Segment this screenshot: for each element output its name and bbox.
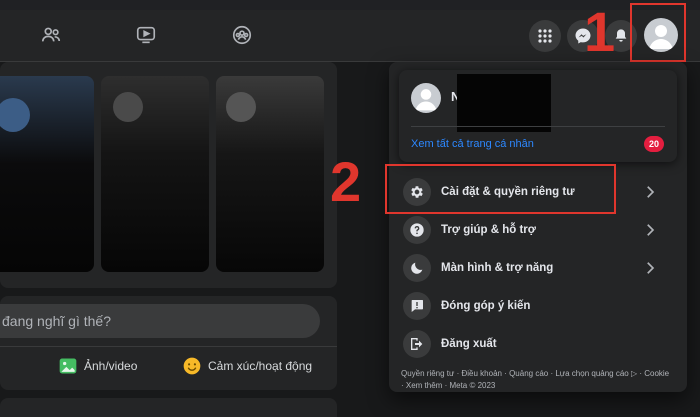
- news-feed: đang nghĩ gì thế? Ảnh/video Cảm xúc/hoạt…: [0, 62, 380, 417]
- divider: [411, 126, 665, 127]
- photo-video-label: Ảnh/video: [84, 359, 138, 373]
- menu-item-display-accessibility[interactable]: Màn hình & trợ năng: [399, 250, 677, 286]
- chevron-right-icon: [647, 224, 655, 236]
- story-avatar: [0, 98, 30, 132]
- story-avatar: [113, 92, 143, 122]
- menu-item-label: Màn hình & trợ năng: [441, 262, 554, 274]
- story-card[interactable]: [101, 76, 209, 272]
- menu-item-help-support[interactable]: Trợ giúp & hỗ trợ: [399, 212, 677, 248]
- chevron-right-icon: [647, 186, 655, 198]
- moon-icon: [403, 254, 431, 282]
- account-dropdown-menu: N Xem tất cả trang cá nhân 20 Cài đặt & …: [389, 62, 687, 392]
- menu-grid-icon: [538, 29, 552, 43]
- compose-placeholder: đang nghĩ gì thế?: [2, 313, 111, 329]
- footer-links[interactable]: Quyền riêng tư · Điều khoản · Quảng cáo …: [401, 368, 671, 392]
- compose-card: đang nghĩ gì thế? Ảnh/video Cảm xúc/hoạt…: [0, 296, 337, 390]
- logout-icon: [403, 330, 431, 358]
- settings-highlight-box: [385, 164, 616, 214]
- menu-item-label: Đăng xuất: [441, 338, 497, 350]
- redaction-block: [457, 74, 551, 132]
- facebook-screen: { "nav": { "icons": ["friends-icon", "wa…: [0, 0, 700, 417]
- photo-icon: [59, 358, 77, 374]
- chevron-right-icon: [647, 262, 655, 274]
- menu-item-give-feedback[interactable]: Đóng góp ý kiến: [399, 288, 677, 324]
- groups-icon[interactable]: [229, 22, 255, 48]
- menu-item-label: Trợ giúp & hỗ trợ: [441, 224, 536, 236]
- menu-grid-button[interactable]: [529, 20, 561, 52]
- menu-item-log-out[interactable]: Đăng xuất: [399, 326, 677, 362]
- watch-icon[interactable]: [133, 22, 159, 48]
- account-icon: [415, 89, 437, 111]
- divider: [0, 346, 337, 347]
- profile-avatar: [411, 83, 441, 113]
- profile-card[interactable]: N Xem tất cả trang cá nhân 20: [399, 70, 677, 162]
- photo-video-button[interactable]: Ảnh/video: [58, 356, 137, 376]
- friends-icon[interactable]: [38, 22, 64, 48]
- story-card[interactable]: [0, 76, 94, 272]
- bell-icon: [615, 29, 627, 42]
- story-card[interactable]: [216, 76, 324, 272]
- menu-item-label: Đóng góp ý kiến: [441, 300, 531, 312]
- compose-input[interactable]: đang nghĩ gì thế?: [0, 304, 320, 338]
- question-icon: [403, 216, 431, 244]
- step-number-2: 2: [330, 150, 362, 213]
- smile-icon: [183, 357, 201, 375]
- post-card: [0, 398, 337, 417]
- step-number-1: 1: [584, 0, 616, 63]
- see-all-profiles-link[interactable]: Xem tất cả trang cá nhân: [411, 138, 534, 150]
- feeling-activity-label: Cảm xúc/hoạt động: [208, 359, 313, 373]
- avatar-highlight-box: [630, 3, 686, 62]
- feeling-activity-button[interactable]: Cảm xúc/hoạt động: [182, 356, 312, 376]
- feedback-icon: [403, 292, 431, 320]
- profiles-count-badge: 20: [644, 136, 664, 152]
- stories-card: [0, 62, 337, 288]
- story-avatar: [226, 92, 256, 122]
